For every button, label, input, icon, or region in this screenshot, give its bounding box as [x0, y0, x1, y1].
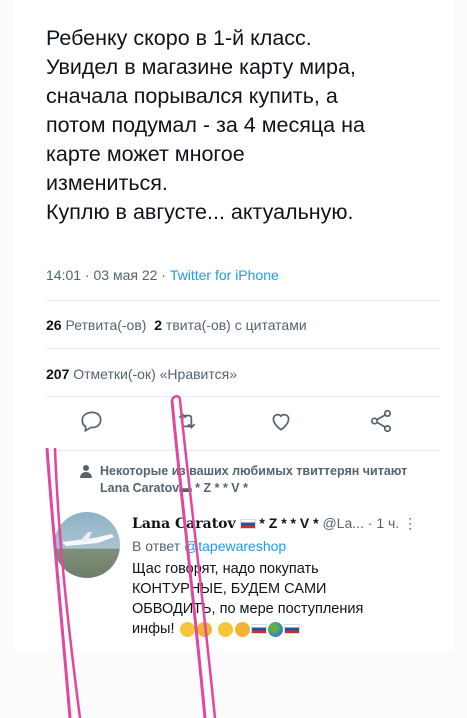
- reply-header: Lana Caratov * Z * * V * @La... · 1 ч. ⋮: [132, 515, 432, 532]
- share-icon[interactable]: [368, 408, 394, 434]
- grimace-emoji-icon: [179, 621, 195, 637]
- quotes-count: 2: [154, 317, 163, 333]
- russia-flag-icon: [283, 624, 300, 635]
- reply-to-prefix: В ответ: [132, 538, 185, 554]
- tweet-source-link[interactable]: Twitter for iPhone: [170, 267, 279, 283]
- retweets-count: 26: [46, 317, 62, 333]
- thumbs-up-emoji-icon: [234, 621, 250, 637]
- reply-to-handle[interactable]: @tapewareshop: [184, 538, 286, 554]
- heart-icon[interactable]: [268, 408, 294, 434]
- tweet-text: Ребенку скоро в 1-й класс. Увидел в мага…: [46, 26, 365, 224]
- reply-icon[interactable]: [79, 408, 105, 434]
- reply-to: В ответ @tapewareshop: [132, 538, 432, 554]
- social-context-text: Некоторые из ваших любимых твиттерян чит…: [100, 464, 408, 495]
- wink-emoji-icon: [217, 621, 233, 637]
- likes-stats[interactable]: 207 Отметки(-ок) «Нравится»: [46, 366, 237, 382]
- divider: [46, 300, 441, 301]
- divider: [46, 396, 441, 397]
- avatar[interactable]: [54, 512, 120, 578]
- likes-count: 207: [46, 366, 70, 382]
- reply-tweet[interactable]: Lana Caratov * Z * * V * @La... · 1 ч. ⋮…: [132, 515, 432, 639]
- divider: [46, 450, 441, 451]
- tweet-actions: [46, 408, 426, 438]
- divider: [46, 348, 441, 349]
- retweet-icon[interactable]: [174, 408, 200, 434]
- reply-author-badges: * Z * * V *: [259, 515, 319, 531]
- reply-author-handle[interactable]: @La...: [322, 515, 363, 531]
- point-emoji-icon: [196, 621, 212, 637]
- russia-flag-icon: [250, 624, 267, 635]
- russia-flag-icon: [239, 519, 256, 530]
- quotes-label: твита(-ов) с цитатами: [165, 317, 307, 333]
- tweet-meta: 14:01 · 03 мая 22 · Twitter for iPhone: [46, 267, 279, 283]
- person-icon: [80, 464, 92, 483]
- retweets-label: Ретвита(-ов): [65, 317, 147, 333]
- tweet-timestamp: 14:01 · 03 мая 22 ·: [46, 267, 170, 283]
- globe-emoji-icon: [267, 621, 283, 637]
- likes-label: Отметки(-ок) «Нравится»: [73, 366, 237, 382]
- reply-time: · 1 ч.: [367, 515, 400, 531]
- reply-body: Щас говорят, надо покупать КОНТУРНЫЕ, БУ…: [132, 559, 402, 639]
- reply-author-name[interactable]: Lana Caratov: [132, 516, 236, 532]
- retweet-stats[interactable]: 26 Ретвита(-ов) 2 твита(-ов) с цитатами: [46, 317, 307, 333]
- more-options-icon[interactable]: ⋮: [403, 515, 417, 531]
- social-context: Некоторые из ваших любимых твиттерян чит…: [80, 463, 430, 497]
